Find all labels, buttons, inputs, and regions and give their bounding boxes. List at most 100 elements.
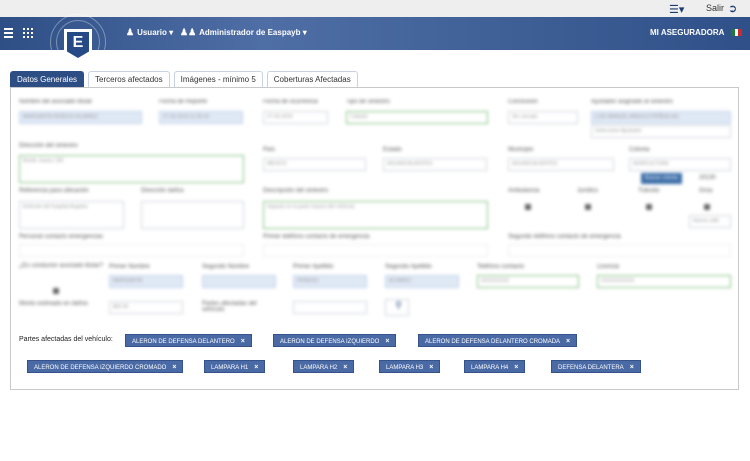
- buscar-colonia-button[interactable]: Buscar colonia: [641, 173, 682, 184]
- remove-part-icon[interactable]: ×: [566, 338, 570, 345]
- conductor-checkbox[interactable]: [53, 288, 59, 294]
- segundo-telefono-field[interactable]: [508, 244, 731, 257]
- part-chip: ALERON DE DEFENSA DELANTERO ×: [125, 334, 252, 347]
- company-name: MI ASEGURADORA: [650, 28, 725, 37]
- part-chip: LAMPARA H3 ×: [379, 360, 441, 373]
- tab-datos-generales[interactable]: Datos Generales: [10, 71, 85, 87]
- logout-icon[interactable]: ➲: [728, 2, 737, 15]
- part-chip-label: ALERON DE DEFENSA IZQUIERDO: [280, 339, 380, 345]
- label-fecha-reporte: Fecha de Reporte: [159, 99, 208, 105]
- navbar: E ♟ Usuario ▾ ♟♟ Administrador de Easpayb …: [0, 14, 750, 70]
- label-primer-apellido: Primer Apellido: [293, 264, 334, 270]
- label-telefono-emergencia: Primer teléfono contacto de emergencia: [263, 234, 370, 240]
- segundo-nombre-field[interactable]: [202, 275, 276, 288]
- search-button[interactable]: ⚲: [385, 299, 409, 316]
- part-chip-label: LAMPARA H2: [300, 365, 338, 371]
- label-fecha-ocurrencia: Fecha de ocurrencia: [263, 99, 318, 105]
- municipio-select[interactable]: AGUASCALIENTES: [508, 158, 614, 171]
- ajustador-select[interactable]: Seleccione Ajustador: [591, 125, 731, 138]
- juridico-checkbox[interactable]: [585, 204, 591, 210]
- label-conductor: ¿Es conductor asociado titular?: [19, 263, 104, 269]
- tab-imagenes[interactable]: Imágenes - mínimo 5: [173, 71, 263, 87]
- part-chip-label: DEFENSA DELANTERA: [558, 365, 624, 371]
- danos-field[interactable]: [141, 201, 244, 229]
- user-icon: ♟: [126, 27, 135, 37]
- segundo-apellido-field[interactable]: ALVAREZ: [385, 275, 459, 288]
- label-tipo-siniestro: Tipo de siniestro: [346, 99, 390, 105]
- direccion-field[interactable]: Benito Juarez 100: [19, 155, 244, 183]
- transito-checkbox[interactable]: [646, 204, 652, 210]
- language-icon[interactable]: ☰▾: [669, 3, 684, 16]
- user-menu-label: Usuario: [137, 28, 167, 37]
- tab-coberturas-afectadas[interactable]: Coberturas Afectadas: [266, 71, 358, 87]
- label-nombre: Nombre del asociado titular: [19, 99, 93, 105]
- label-telefono-contacto: Teléfono contacto: [477, 264, 525, 270]
- label-transito: Tránsito: [638, 188, 660, 194]
- grua-checkbox[interactable]: [704, 204, 710, 210]
- referencia-field[interactable]: Enfrente del hospital Angeles: [19, 201, 124, 229]
- label-ambulancia: Ambulancia: [508, 188, 540, 194]
- ambulancia-checkbox[interactable]: [525, 204, 531, 210]
- telefono-emergencia-field[interactable]: [263, 244, 488, 257]
- contacto-emergencia-field[interactable]: [19, 244, 244, 257]
- tab-bar: Datos Generales Terceros afectados Imáge…: [10, 71, 362, 87]
- users-icon: ♟♟: [180, 27, 197, 37]
- search-icon: ⚲: [395, 300, 402, 310]
- conclusion-select[interactable]: Sin cerrado: [508, 111, 578, 124]
- remove-part-icon[interactable]: ×: [514, 364, 518, 371]
- hamburger-menu-icon[interactable]: [4, 28, 13, 38]
- primer-nombre-field[interactable]: MARGARITA: [109, 275, 183, 288]
- admin-menu[interactable]: ♟♟ Administrador de Easpayb ▾: [180, 27, 307, 38]
- mexico-flag-icon: [731, 29, 743, 36]
- part-chip: ALERON DE DEFENSA IZQUIERDO ×: [273, 334, 397, 347]
- fecha-reporte-field[interactable]: 27-03-2019 11:30:15: [159, 111, 243, 124]
- remove-part-icon[interactable]: ×: [429, 364, 433, 371]
- monto-field[interactable]: $00.00: [109, 301, 183, 314]
- label-segundo-nombre: Segundo Nombre: [202, 264, 250, 270]
- part-chip: DEFENSA DELANTERA ×: [551, 360, 641, 373]
- part-chip: LAMPARA H2 ×: [293, 360, 355, 373]
- label-contacto-emergencia: Personal contacto emergencias: [19, 234, 104, 240]
- form-panel: Nombre del asociado titular MARGARITA PE…: [10, 87, 739, 390]
- label-ajustador: Ajustador asignado al siniestro: [591, 99, 673, 105]
- part-chip: LAMPARA H4 ×: [464, 360, 526, 373]
- part-chip-label: LAMPARA H1: [211, 365, 249, 371]
- tab-terceros-afectados[interactable]: Terceros afectados: [88, 71, 170, 87]
- remove-part-icon[interactable]: ×: [254, 364, 258, 371]
- user-menu[interactable]: ♟ Usuario ▾: [126, 27, 173, 38]
- ajustador-field[interactable]: LUIS MANUEL ANGULO PEÑUELAS: [591, 111, 731, 124]
- label-grua: Grúa: [699, 188, 713, 194]
- pais-select[interactable]: MEXICO: [263, 158, 366, 171]
- remove-part-icon[interactable]: ×: [630, 364, 634, 371]
- apps-grid-icon[interactable]: [23, 28, 33, 38]
- remove-part-icon[interactable]: ×: [343, 364, 347, 371]
- telefono-contacto-field[interactable]: 4191510123: [477, 275, 579, 288]
- primer-apellido-field[interactable]: PEREGO: [293, 275, 367, 288]
- admin-menu-label: Administrador de Easpayb: [199, 28, 301, 37]
- part-chip-label: ALERON DE DEFENSA IZQUIERDO CROMADO: [34, 365, 167, 371]
- nombre-field[interactable]: MARGARITA PEREGO ALVAREZ: [19, 111, 142, 124]
- top-utility-bar: ☰▾ Salir ➲: [0, 0, 750, 17]
- part-chip: ALERON DE DEFENSA IZQUIERDO CROMADO ×: [27, 360, 184, 373]
- colonia-select[interactable]: AGRICULTURA: [629, 158, 731, 171]
- fecha-ocurrencia-field[interactable]: 27-03-2019: [263, 111, 328, 124]
- label-descripcion: Descripción del siniestro: [263, 188, 329, 194]
- exit-label[interactable]: Salir: [706, 3, 724, 13]
- tipo-siniestro-select[interactable]: Colisión: [346, 111, 488, 124]
- part-chip-label: ALERON DE DEFENSA DELANTERO CROMADA: [425, 339, 561, 345]
- label-partes-afectadas: Partes afectadas del vehículo: [202, 301, 257, 313]
- nueva-calle-button[interactable]: Nueva calle: [689, 215, 731, 228]
- label-conclusion: Conclusión: [508, 99, 538, 105]
- remove-part-icon[interactable]: ×: [172, 364, 176, 371]
- label-referencia: Referencia para ubicación: [19, 188, 89, 194]
- label-segundo-telefono: Segundo teléfono contacto de emergencia: [508, 234, 621, 240]
- estado-select[interactable]: AGUASCALIENTES: [383, 158, 487, 171]
- remove-part-icon[interactable]: ×: [241, 338, 245, 345]
- label-estado: Estado: [383, 147, 402, 153]
- partes-input[interactable]: [293, 301, 367, 314]
- label-direccion: Dirección del siniestro: [19, 143, 78, 149]
- remove-part-icon[interactable]: ×: [385, 338, 389, 345]
- descripcion-field[interactable]: Impacto en la parte trasera del vehículo: [263, 201, 488, 229]
- licencia-field[interactable]: XXXXXXXXXX: [597, 275, 731, 288]
- codigo-postal: 20130: [699, 175, 716, 181]
